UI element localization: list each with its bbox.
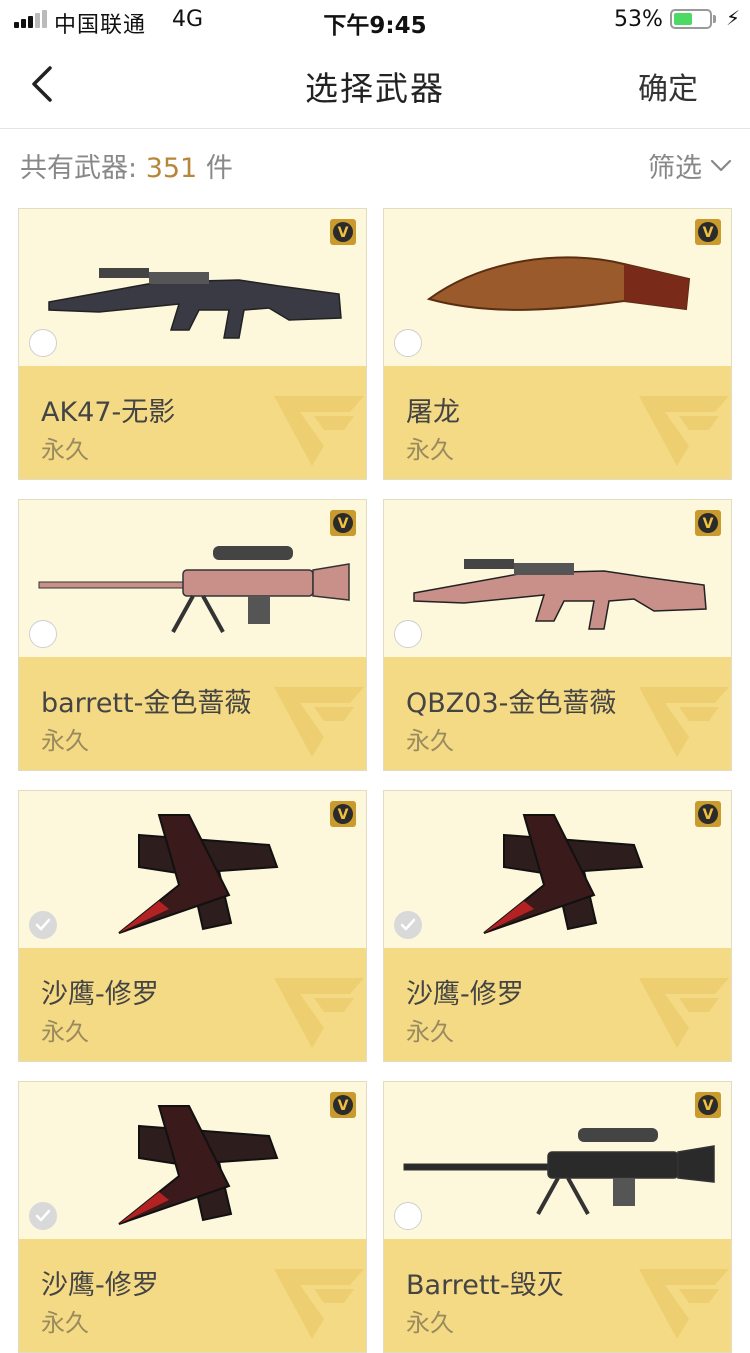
weapon-info: 沙鹰-修罗 永久 [19,948,366,1061]
filter-label: 筛选 [648,153,702,184]
svg-text:V: V [703,225,714,241]
weapon-info: QBZ03-金色蔷薇 永久 [384,657,731,770]
check-icon [35,1209,51,1222]
svg-text:V: V [338,807,349,823]
vip-badge-icon: V [330,1092,356,1118]
weapon-card[interactable]: V 沙鹰-修罗 永久 [383,790,732,1062]
weapon-image-area: V [384,791,731,948]
weapon-info: 沙鹰-修罗 永久 [384,948,731,1061]
weapon-duration: 永久 [41,1018,89,1046]
weapon-name: barrett-金色蔷薇 [41,688,252,719]
svg-text:V: V [703,516,714,532]
weapon-info: Barrett-毁灭 永久 [384,1239,731,1352]
select-radio[interactable] [29,620,57,648]
status-bar: 中国联通 4G 下午9:45 53% ⚡ [0,0,750,40]
weapon-name: QBZ03-金色蔷薇 [406,688,617,719]
weapon-card[interactable]: V barrett-金色蔷薇 永久 [18,499,367,771]
select-radio[interactable] [394,620,422,648]
vip-badge-icon: V [330,219,356,245]
vip-badge-icon: V [695,1092,721,1118]
weapon-image-area: V [384,1082,731,1239]
weapon-name: 沙鹰-修罗 [406,979,524,1010]
cf-logo-watermark [639,978,729,1048]
battery-percent: 53% [614,7,663,32]
weapon-info: 沙鹰-修罗 永久 [19,1239,366,1352]
weapon-image-area: V [19,500,366,657]
count-unit: 件 [197,153,233,184]
cf-logo-watermark [639,687,729,757]
weapon-name: 屠龙 [406,397,460,428]
weapon-image-area: V [384,500,731,657]
weapon-name: AK47-无影 [41,397,176,428]
chevron-down-icon [710,159,732,171]
weapon-duration: 永久 [406,727,454,755]
cf-logo-watermark [639,396,729,466]
battery-icon [670,9,712,29]
weapon-image-area: V [19,1082,366,1239]
weapon-card[interactable]: V 沙鹰-修罗 永久 [18,790,367,1062]
charging-icon: ⚡ [726,6,741,30]
select-radio[interactable] [29,911,57,939]
weapon-card[interactable]: V 沙鹰-修罗 永久 [18,1081,367,1353]
cf-logo-watermark [274,396,364,466]
count-label: 共有武器: [20,153,146,184]
select-radio[interactable] [394,911,422,939]
weapon-card[interactable]: V 屠龙 永久 [383,208,732,480]
battery-nub [713,15,716,23]
weapon-duration: 永久 [406,1018,454,1046]
weapon-image-area: V [19,791,366,948]
select-radio[interactable] [29,1202,57,1230]
svg-text:V: V [338,516,349,532]
vip-badge-icon: V [330,510,356,536]
svg-text:V: V [338,1098,349,1114]
cf-logo-watermark [639,1269,729,1339]
select-radio[interactable] [394,1202,422,1230]
vip-badge-icon: V [695,219,721,245]
weapon-duration: 永久 [406,1309,454,1337]
weapon-card[interactable]: V AK47-无影 永久 [18,208,367,480]
vip-badge-icon: V [695,510,721,536]
weapon-duration: 永久 [41,436,89,464]
vip-badge-icon: V [330,801,356,827]
weapon-duration: 永久 [406,436,454,464]
weapon-info: AK47-无影 永久 [19,366,366,479]
filter-button[interactable]: 筛选 [648,146,732,185]
select-radio[interactable] [394,329,422,357]
svg-text:V: V [338,225,349,241]
confirm-button[interactable]: 确定 [638,64,698,108]
vip-badge-icon: V [695,801,721,827]
weapon-name: 沙鹰-修罗 [41,1270,159,1301]
weapon-card[interactable]: V Barrett-毁灭 永久 [383,1081,732,1353]
svg-text:V: V [703,807,714,823]
weapon-name: Barrett-毁灭 [406,1270,564,1301]
weapon-duration: 永久 [41,1309,89,1337]
weapon-duration: 永久 [41,727,89,755]
count-value: 351 [145,153,198,184]
check-icon [400,918,416,931]
weapon-card[interactable]: V QBZ03-金色蔷薇 永久 [383,499,732,771]
weapon-info: 屠龙 永久 [384,366,731,479]
weapon-info: barrett-金色蔷薇 永久 [19,657,366,770]
svg-text:V: V [703,1098,714,1114]
weapon-image-area: V [384,209,731,366]
check-icon [35,918,51,931]
select-radio[interactable] [29,329,57,357]
cf-logo-watermark [274,978,364,1048]
weapon-name: 沙鹰-修罗 [41,979,159,1010]
weapon-image-area: V [19,209,366,366]
cf-logo-watermark [274,687,364,757]
nav-bar: 选择武器 确定 [0,40,750,129]
weapon-count-summary: 共有武器: 351 件 [20,146,233,185]
cf-logo-watermark [274,1269,364,1339]
